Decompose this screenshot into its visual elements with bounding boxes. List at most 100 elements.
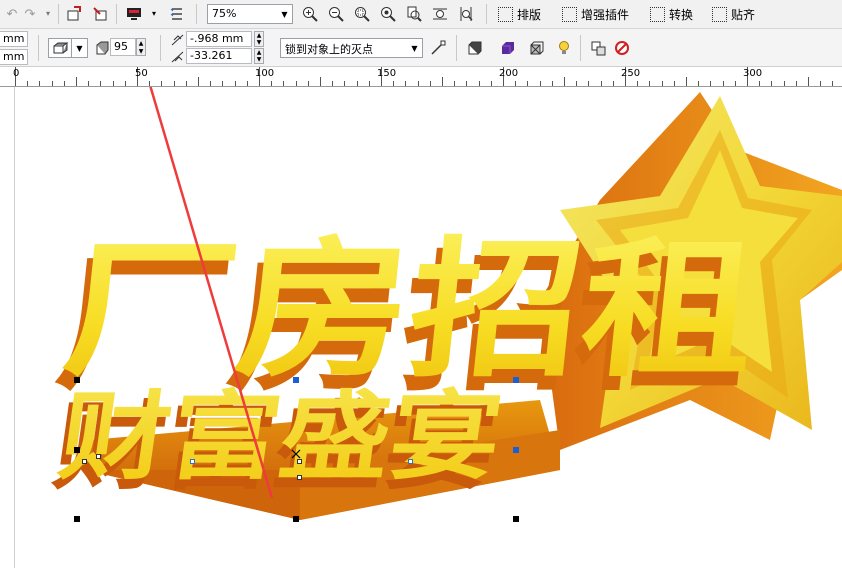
extrusion-type-dropdown[interactable]: ▼ bbox=[48, 38, 88, 58]
extrude-type-icon bbox=[53, 42, 69, 57]
extrude-rotation-icon[interactable] bbox=[464, 38, 484, 58]
menu-layout[interactable]: 排版 bbox=[498, 5, 541, 23]
zoom-to-page-icon[interactable] bbox=[404, 4, 424, 24]
vanishing-point-lock-dropdown[interactable]: 锁到对象上的灭点 ▼ bbox=[280, 38, 423, 58]
ruler-label: 300 bbox=[743, 68, 763, 79]
vanishing-point-y-input[interactable]: -33.261 mm bbox=[186, 48, 252, 76]
path-node[interactable] bbox=[408, 459, 413, 464]
drawing-canvas[interactable]: 厂房招租 厂房招租 财富盛宴 财富盛宴 bbox=[0, 87, 842, 568]
ruler-tick bbox=[356, 81, 358, 86]
artwork: 厂房招租 厂房招租 财富盛宴 财富盛宴 bbox=[47, 87, 842, 520]
ruler-tick bbox=[466, 81, 468, 86]
chevron-down-icon: ▼ bbox=[281, 9, 288, 19]
ruler-tick bbox=[686, 77, 687, 86]
headline-text: 厂房招租 bbox=[56, 223, 764, 398]
convert-icon bbox=[650, 6, 665, 22]
ruler-tick bbox=[527, 81, 529, 86]
import-icon[interactable] bbox=[64, 4, 84, 24]
ruler-tick bbox=[795, 81, 797, 86]
selection-handle[interactable] bbox=[293, 516, 299, 522]
ruler-tick bbox=[832, 81, 834, 86]
zoom-to-selected-icon[interactable] bbox=[352, 4, 372, 24]
path-node[interactable] bbox=[82, 459, 87, 464]
selection-handle[interactable] bbox=[513, 377, 519, 383]
ruler-tick bbox=[283, 81, 285, 86]
chevron-down-icon: ▼ bbox=[71, 39, 87, 57]
spin-down-icon[interactable]: ▼ bbox=[257, 56, 262, 63]
depth-spinner[interactable]: ▲ ▼ bbox=[136, 38, 146, 56]
spin-up-icon[interactable]: ▲ bbox=[257, 49, 262, 56]
ruler-tick bbox=[771, 81, 773, 86]
path-node[interactable] bbox=[297, 459, 302, 464]
redo-dropdown-icon[interactable]: ▾ bbox=[38, 4, 58, 24]
offset-x-value: -.968 mm bbox=[190, 32, 244, 45]
standard-toolbar: ↶ ↷ ▾ ▾ 75% ▼ 排版 增强插件 转换 贴齐 bbox=[0, 0, 842, 29]
selection-handle[interactable] bbox=[513, 516, 519, 522]
depth-value: 95 bbox=[114, 40, 128, 53]
ruler-tick bbox=[454, 81, 456, 86]
redo-icon[interactable]: ↷ bbox=[20, 4, 40, 24]
subheadline-text: 财富盛宴 bbox=[53, 380, 509, 492]
menu-snap[interactable]: 贴齐 bbox=[712, 5, 755, 23]
ruler-tick bbox=[173, 81, 175, 86]
menu-enhance-plugins[interactable]: 增强插件 bbox=[562, 5, 629, 23]
ruler-tick bbox=[698, 81, 700, 86]
path-node[interactable] bbox=[297, 475, 302, 480]
options-icon[interactable] bbox=[167, 4, 187, 24]
selection-handle[interactable] bbox=[74, 447, 80, 453]
ruler-tick bbox=[820, 81, 822, 86]
selection-handle[interactable] bbox=[513, 447, 519, 453]
clear-extrude-icon[interactable] bbox=[612, 38, 632, 58]
path-node[interactable] bbox=[96, 454, 101, 459]
ruler-label: 200 bbox=[499, 68, 519, 79]
ruler-tick bbox=[222, 81, 224, 86]
ruler-tick bbox=[112, 81, 114, 86]
zoom-to-all-objects-icon[interactable] bbox=[378, 4, 398, 24]
spin-up-icon[interactable]: ▲ bbox=[139, 40, 144, 47]
export-icon[interactable] bbox=[90, 4, 110, 24]
ruler-tick bbox=[124, 81, 126, 86]
spin-down-icon[interactable]: ▼ bbox=[139, 48, 144, 55]
extrude-lighting-icon[interactable] bbox=[554, 38, 574, 58]
path-node[interactable] bbox=[190, 459, 195, 464]
ruler-tick bbox=[307, 81, 309, 86]
ruler-tick bbox=[710, 81, 712, 86]
ruler-tick bbox=[429, 81, 431, 86]
ruler-tick bbox=[808, 77, 809, 86]
position-y-field[interactable]: mm bbox=[0, 49, 28, 65]
zoom-in-icon[interactable] bbox=[300, 4, 320, 24]
ruler-tick bbox=[734, 81, 736, 86]
launcher-dropdown-icon[interactable]: ▾ bbox=[144, 4, 164, 24]
extrude-color-icon[interactable] bbox=[498, 38, 518, 58]
zoom-out-icon[interactable] bbox=[326, 4, 346, 24]
extrusion-depth-input[interactable]: 95 bbox=[110, 38, 136, 56]
ruler-tick bbox=[149, 81, 151, 86]
toolbar-separator bbox=[38, 35, 39, 61]
horizontal-ruler[interactable]: 0 50 100 150 200 250 300 bbox=[0, 67, 842, 87]
ruler-tick bbox=[722, 81, 724, 86]
menu-convert[interactable]: 转换 bbox=[650, 5, 693, 23]
zoom-level-dropdown[interactable]: 75% ▼ bbox=[207, 4, 293, 24]
selection-handle[interactable] bbox=[74, 516, 80, 522]
vanishing-point-properties-icon[interactable] bbox=[428, 38, 448, 58]
vanishing-point-x-input[interactable]: -.968 mm bbox=[186, 31, 252, 47]
ruler-label: 50 bbox=[135, 68, 148, 79]
ruler-tick bbox=[210, 81, 212, 86]
copy-extrude-properties-icon[interactable] bbox=[588, 38, 608, 58]
spin-down-icon[interactable]: ▼ bbox=[257, 39, 262, 46]
position-x-field[interactable]: mm bbox=[0, 31, 28, 47]
unit-label-top: mm bbox=[3, 32, 25, 45]
selection-handle[interactable] bbox=[74, 377, 80, 383]
ruler-tick bbox=[344, 81, 346, 86]
undo-icon[interactable]: ↶ bbox=[2, 4, 22, 24]
selection-handle[interactable] bbox=[293, 377, 299, 383]
spin-up-icon[interactable]: ▲ bbox=[257, 32, 262, 39]
vp-y-spinner[interactable]: ▲ ▼ bbox=[254, 48, 264, 64]
zoom-to-page-height-icon[interactable] bbox=[456, 4, 476, 24]
zoom-to-page-width-icon[interactable] bbox=[430, 4, 450, 24]
ruler-tick bbox=[271, 81, 273, 86]
application-launcher-icon[interactable] bbox=[124, 4, 144, 24]
extrude-bevel-icon[interactable] bbox=[526, 38, 546, 58]
plugin-icon bbox=[562, 6, 577, 22]
vp-x-spinner[interactable]: ▲ ▼ bbox=[254, 31, 264, 47]
